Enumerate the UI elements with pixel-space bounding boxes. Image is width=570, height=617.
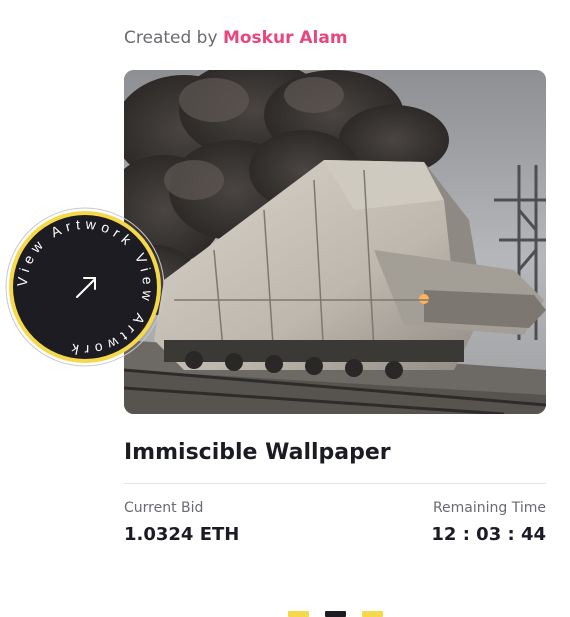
remaining-time-value: 12 : 03 : 44 [431, 524, 546, 545]
pagination-dot[interactable] [362, 611, 383, 617]
creator-link[interactable]: Moskur Alam [223, 28, 348, 48]
created-by-label: Created by [124, 28, 218, 48]
divider [124, 483, 546, 484]
current-bid-label: Current Bid [124, 500, 204, 516]
remaining-time-label: Remaining Time [432, 500, 546, 516]
pagination-dot[interactable] [288, 611, 309, 617]
creator-line: Created by Moskur Alam [124, 28, 348, 48]
artwork-title[interactable]: Immiscible Wallpaper [124, 440, 391, 465]
current-bid-value: 1.0324 ETH [124, 524, 240, 545]
pagination-dot[interactable] [325, 611, 346, 617]
view-artwork-badge[interactable]: View Artwork View Artwork [4, 206, 166, 368]
artwork-illustration [124, 70, 546, 414]
carousel-pagination [288, 611, 383, 617]
artwork-image[interactable] [124, 70, 546, 414]
